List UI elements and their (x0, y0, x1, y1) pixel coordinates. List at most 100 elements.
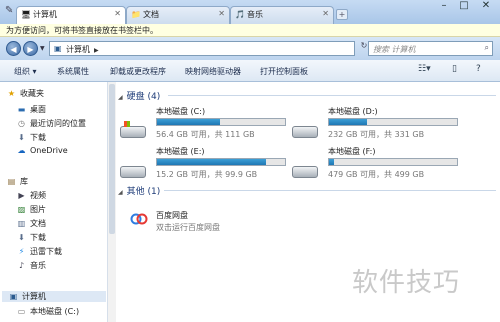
collapse-icon[interactable]: ◢ (118, 189, 123, 196)
tab-music[interactable]: 🎵 音乐 ✕ (230, 6, 334, 24)
thunder-icon: ⚡ (18, 247, 25, 256)
bookmark-infobar: 为方便访问，可将书签直接放在书签栏中。 (0, 24, 500, 37)
tab-label: 文档 (143, 10, 159, 19)
recent-places-icon: ◷ (18, 119, 25, 128)
view-options-icon[interactable]: ☷▾ (418, 64, 431, 74)
drive-icon: ▭ (17, 307, 26, 316)
music-folder-icon: 🎵 (235, 10, 245, 19)
drive-name: 本地磁盘 (C:) (156, 107, 206, 116)
open-control-panel-button[interactable]: 打开控制面板 (260, 66, 308, 77)
sidebar-item-desktop[interactable]: ▬ 桌面 (16, 104, 46, 115)
desktop-icon: ▬ (17, 105, 26, 114)
drive-free-space: 479 GB 可用，共 499 GB (328, 170, 425, 179)
help-icon[interactable]: ? (476, 64, 481, 74)
map-network-drive-button[interactable]: 映射网络驱动器 (185, 66, 241, 77)
computer-icon: ▣ (54, 44, 62, 53)
organize-button[interactable]: 组织 ▾ (14, 66, 37, 77)
sidebar-item-videos[interactable]: ▶ 视频 (16, 190, 46, 201)
drive-name: 本地磁盘 (E:) (156, 147, 205, 156)
sidebar-item-lib-downloads[interactable]: ⬇ 下载 (16, 232, 46, 243)
system-properties-button[interactable]: 系统属性 (57, 66, 89, 77)
close-window-button[interactable]: ✕ (476, 0, 496, 14)
sidebar-item-libraries[interactable]: ▤ 库 (6, 176, 28, 187)
tab-computer[interactable]: 🖥 计算机 ✕ (16, 6, 126, 24)
computer-icon: 🖥 (21, 10, 32, 19)
sidebar-item-recent[interactable]: ◷ 最近访问的位置 (16, 118, 86, 129)
sidebar-item-documents[interactable]: ▥ 文档 (16, 218, 46, 229)
downloads-icon: ⬇ (18, 133, 25, 142)
tab-documents[interactable]: 📁 文档 ✕ (126, 6, 230, 24)
drive-free-space: 15.2 GB 可用，共 99.9 GB (156, 170, 258, 179)
sidebar-item-computer[interactable]: ▣ 计算机 (2, 291, 106, 302)
infobar-text: 为方便访问，可将书签直接放在书签栏中。 (6, 26, 158, 35)
document-icon: ▥ (17, 219, 26, 228)
section-divider (164, 190, 496, 191)
star-icon: ★ (7, 89, 16, 98)
video-icon: ▶ (18, 191, 25, 200)
usage-bar-fill (329, 119, 368, 125)
library-icon: ▤ (7, 177, 16, 186)
sidebar-scrollbar[interactable] (108, 82, 116, 322)
minimize-button[interactable]: – (434, 0, 454, 14)
system-drive-icon (120, 121, 146, 138)
sidebar-item-favorites[interactable]: ★ 收藏夹 (6, 88, 44, 99)
search-input[interactable]: 搜索 计算机 ⌕ (368, 41, 493, 56)
drive-name: 本地磁盘 (D:) (328, 107, 378, 116)
new-tab-button[interactable]: + (336, 9, 348, 20)
watermark: 软件技巧 (352, 268, 461, 298)
downloads-icon: ⬇ (18, 233, 25, 242)
computer-icon: ▣ (9, 292, 18, 301)
picture-icon: ▨ (17, 205, 26, 214)
address-bar-row: ◀ ▶ ▼ ▣ 计算机 ▶ ↻ 搜索 计算机 ⌕ (0, 37, 500, 60)
usage-bar (156, 158, 286, 166)
uninstall-program-button[interactable]: 卸载或更改程序 (110, 66, 166, 77)
sidebar-item-pictures[interactable]: ▨ 图片 (16, 204, 46, 215)
usage-bar (328, 118, 458, 126)
cloud-icon: ☁ (17, 146, 26, 155)
drive-free-space: 232 GB 可用，共 331 GB (328, 130, 425, 139)
wrench-icon[interactable]: ✎ (5, 5, 13, 16)
usage-bar-fill (157, 159, 266, 165)
folder-icon: 📁 (131, 10, 141, 19)
music-icon: ♪ (18, 261, 25, 270)
address-path: 计算机 (66, 45, 90, 54)
search-placeholder: 搜索 计算机 (373, 45, 416, 54)
sidebar-item-downloads[interactable]: ⬇ 下载 (16, 132, 46, 143)
drive-icon (120, 166, 146, 178)
tab-label: 音乐 (247, 10, 263, 19)
tab-label: 计算机 (33, 10, 57, 19)
history-dropdown-icon[interactable]: ▼ (40, 45, 45, 52)
sidebar-item-thunder-downloads[interactable]: ⚡ 迅雷下载 (16, 246, 62, 257)
section-hard-disks[interactable]: ◢ 硬盘 (4) (118, 89, 160, 102)
command-toolbar: 组织 ▾ 系统属性 卸载或更改程序 映射网络驱动器 打开控制面板 ☷▾ ▯ ? (0, 60, 500, 82)
drive-icon (292, 126, 318, 138)
tab-bar: ✎ 🖥 计算机 ✕ 📁 文档 ✕ 🎵 音乐 ✕ + – □ ✕ (0, 0, 500, 24)
sidebar-item-music[interactable]: ♪ 音乐 (16, 260, 46, 271)
close-icon[interactable]: ✕ (114, 9, 121, 18)
drive-icon (292, 166, 318, 178)
close-icon[interactable]: ✕ (218, 9, 225, 18)
address-input[interactable]: ▣ 计算机 ▶ (49, 41, 355, 56)
back-button[interactable]: ◀ (6, 41, 21, 56)
baidu-netdisk-name: 百度网盘 (156, 211, 188, 220)
maximize-button[interactable]: □ (454, 0, 474, 14)
section-divider (168, 95, 496, 96)
preview-pane-icon[interactable]: ▯ (452, 64, 457, 74)
collapse-icon[interactable]: ◢ (118, 94, 123, 101)
usage-bar (156, 118, 286, 126)
chevron-right-icon[interactable]: ▶ (94, 47, 99, 54)
scrollbar-thumb[interactable] (109, 84, 115, 234)
forward-button[interactable]: ▶ (23, 41, 38, 56)
sidebar-item-onedrive[interactable]: ☁ OneDrive (16, 146, 68, 155)
close-icon[interactable]: ✕ (322, 9, 329, 18)
drive-name: 本地磁盘 (F:) (328, 147, 376, 156)
search-icon[interactable]: ⌕ (485, 43, 489, 53)
usage-bar-fill (157, 119, 220, 125)
baidu-netdisk-icon (130, 213, 148, 225)
baidu-netdisk-description: 双击运行百度网盘 (156, 223, 220, 232)
usage-bar-fill (329, 159, 335, 165)
section-others[interactable]: ◢ 其他 (1) (118, 184, 160, 197)
sidebar-item-local-disk-c[interactable]: ▭ 本地磁盘 (C:) (16, 306, 79, 317)
usage-bar (328, 158, 458, 166)
navigation-pane: ★ 收藏夹 ▬ 桌面 ◷ 最近访问的位置 ⬇ 下载 ☁ OneDrive ▤ 库 ▶ 视频 ▨… (0, 82, 108, 322)
